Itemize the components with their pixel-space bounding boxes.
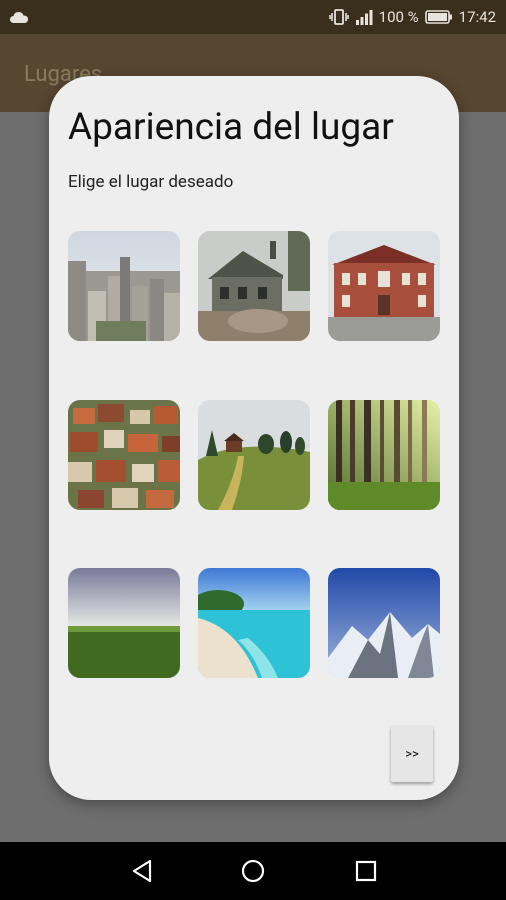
battery-icon <box>424 10 452 24</box>
place-thumb-city-skyline[interactable] <box>68 231 180 341</box>
place-thumb-brick-mansion[interactable] <box>328 231 440 341</box>
status-icons: 100 % 17:42 <box>328 0 496 34</box>
old-house-image <box>198 231 310 341</box>
snowy-mountains-image <box>328 568 440 678</box>
place-thumb-old-house[interactable] <box>198 231 310 341</box>
city-skyline-image <box>68 231 180 341</box>
home-icon[interactable] <box>239 857 267 885</box>
clock: 17:42 <box>458 8 496 26</box>
place-thumb-snowy-mountains[interactable] <box>328 568 440 678</box>
village-rooftops-image <box>68 400 180 510</box>
tropical-beach-image <box>198 568 310 678</box>
dialog-subtitle: Elige el lugar deseado <box>68 172 234 192</box>
green-field-image <box>68 568 180 678</box>
sunlit-forest-image <box>328 400 440 510</box>
vibrate-icon <box>328 9 349 25</box>
place-thumb-tropical-beach[interactable] <box>198 568 310 678</box>
cloud-icon <box>10 12 28 23</box>
place-thumb-green-field[interactable] <box>68 568 180 678</box>
next-button[interactable]: >> <box>391 726 433 782</box>
place-appearance-dialog: Apariencia del lugar Elige el lugar dese… <box>49 76 459 800</box>
place-thumb-sunlit-forest[interactable] <box>328 400 440 510</box>
hill-cabin-image <box>198 400 310 510</box>
battery-percent: 100 % <box>378 8 419 26</box>
dialog-title: Apariencia del lugar <box>68 106 394 149</box>
recents-icon[interactable] <box>352 857 380 885</box>
navigation-bar <box>0 842 506 900</box>
place-thumb-hill-cabin[interactable] <box>198 400 310 510</box>
brick-mansion-image <box>328 231 440 341</box>
status-bar: 100 % 17:42 <box>0 0 506 34</box>
back-icon[interactable] <box>128 857 156 885</box>
signal-icon <box>355 10 373 25</box>
place-thumb-village-rooftops[interactable] <box>68 400 180 510</box>
